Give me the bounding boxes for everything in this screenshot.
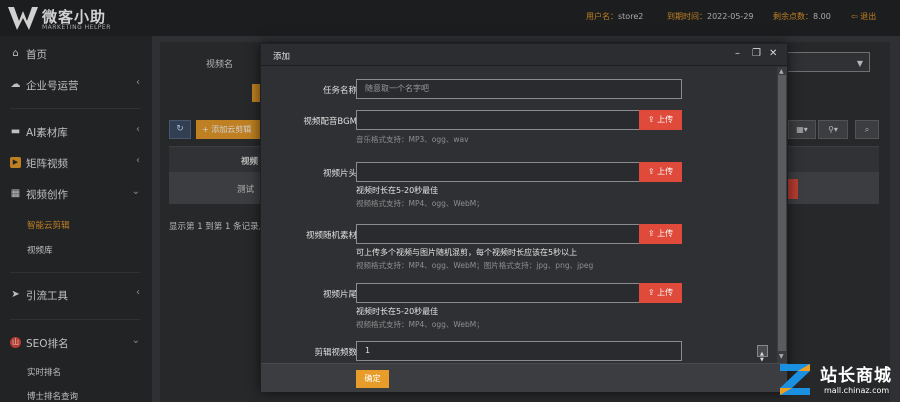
- dialog-body: 任务名称 随意取一个名字吧 视频配音BGM ⇪ 上传 音乐格式支持：MP3、og…: [261, 67, 777, 363]
- scroll-up-icon: ▲: [779, 68, 784, 75]
- bgm-file-input[interactable]: [356, 110, 640, 130]
- confirm-button[interactable]: 确定: [356, 370, 389, 388]
- upload-label: 上传: [657, 167, 674, 176]
- random-material-file-input[interactable]: [356, 224, 640, 244]
- bgm-hint: 音乐格式支持：MP3、ogg、wav: [356, 135, 469, 144]
- video-tail-file-input[interactable]: [356, 283, 640, 303]
- video-head-upload-button[interactable]: ⇪ 上传: [639, 162, 682, 182]
- watermark: 站长商城 mall.chinaz.com: [776, 358, 900, 402]
- scrollbar-thumb[interactable]: [778, 75, 786, 351]
- upload-label: 上传: [657, 115, 674, 124]
- task-name-label: 任务名称: [322, 86, 357, 96]
- video-tail-upload-button[interactable]: ⇪ 上传: [639, 283, 682, 303]
- video-head-hint-duration: 视频时长在5-20秒最佳: [356, 186, 439, 195]
- bgm-label: 视频配音BGM: [303, 117, 357, 127]
- stepper-down-icon: ▼: [760, 357, 764, 363]
- task-name-input[interactable]: 随意取一个名字吧: [356, 79, 682, 99]
- random-material-upload-button[interactable]: ⇪ 上传: [639, 224, 682, 244]
- watermark-url: mall.chinaz.com: [824, 386, 890, 395]
- number-stepper[interactable]: ▲ ▼: [757, 345, 768, 363]
- upload-label: 上传: [657, 288, 674, 297]
- upload-label: 上传: [657, 229, 674, 238]
- upload-icon: ⇪: [647, 229, 655, 238]
- video-tail-label: 视频片尾: [322, 290, 357, 300]
- upload-icon: ⇪: [647, 167, 655, 176]
- video-tail-hint-format: 视频格式支持：MP4、ogg、WebM；: [356, 320, 484, 329]
- maximize-icon[interactable]: ❐: [752, 48, 761, 59]
- close-icon[interactable]: ✕: [769, 48, 777, 59]
- dialog-scrollbar[interactable]: ▲ ▼: [777, 67, 787, 363]
- minimize-icon[interactable]: –: [735, 48, 740, 59]
- clip-count-input[interactable]: 1 ▲ ▼: [356, 341, 768, 363]
- upload-icon: ⇪: [647, 115, 655, 124]
- dialog-footer: 确定: [261, 363, 787, 392]
- random-material-hint-format: 视频格式支持：MP4、ogg、WebM；图片格式支持：jpg、png、jpeg: [356, 261, 594, 270]
- random-material-hint-rule: 可上传多个视频与图片随机混剪，每个视频时长应该在5秒以上: [356, 248, 578, 257]
- video-head-hint-format: 视频格式支持：MP4、ogg、WebM；: [356, 199, 484, 208]
- video-tail-hint-duration: 视频时长在5-20秒最佳: [356, 307, 439, 316]
- clip-count-value: 1: [365, 346, 371, 355]
- dialog-title: 添加: [273, 52, 291, 62]
- watermark-title: 站长商城: [820, 366, 892, 386]
- video-head-file-input[interactable]: [356, 162, 640, 182]
- dialog-header: 添加 – ❐ ✕: [261, 44, 787, 66]
- random-material-label: 视频随机素材: [305, 231, 357, 241]
- bgm-upload-button[interactable]: ⇪ 上传: [639, 110, 682, 130]
- video-head-label: 视频片头: [322, 169, 357, 179]
- add-dialog: 添加 – ❐ ✕ 任务名称 随意取一个名字吧 视频配音BGM ⇪ 上传 音乐格式…: [260, 43, 788, 392]
- watermark-logo-icon: [780, 364, 810, 395]
- upload-icon: ⇪: [647, 288, 655, 297]
- clip-count-label: 剪辑视频数: [314, 348, 357, 358]
